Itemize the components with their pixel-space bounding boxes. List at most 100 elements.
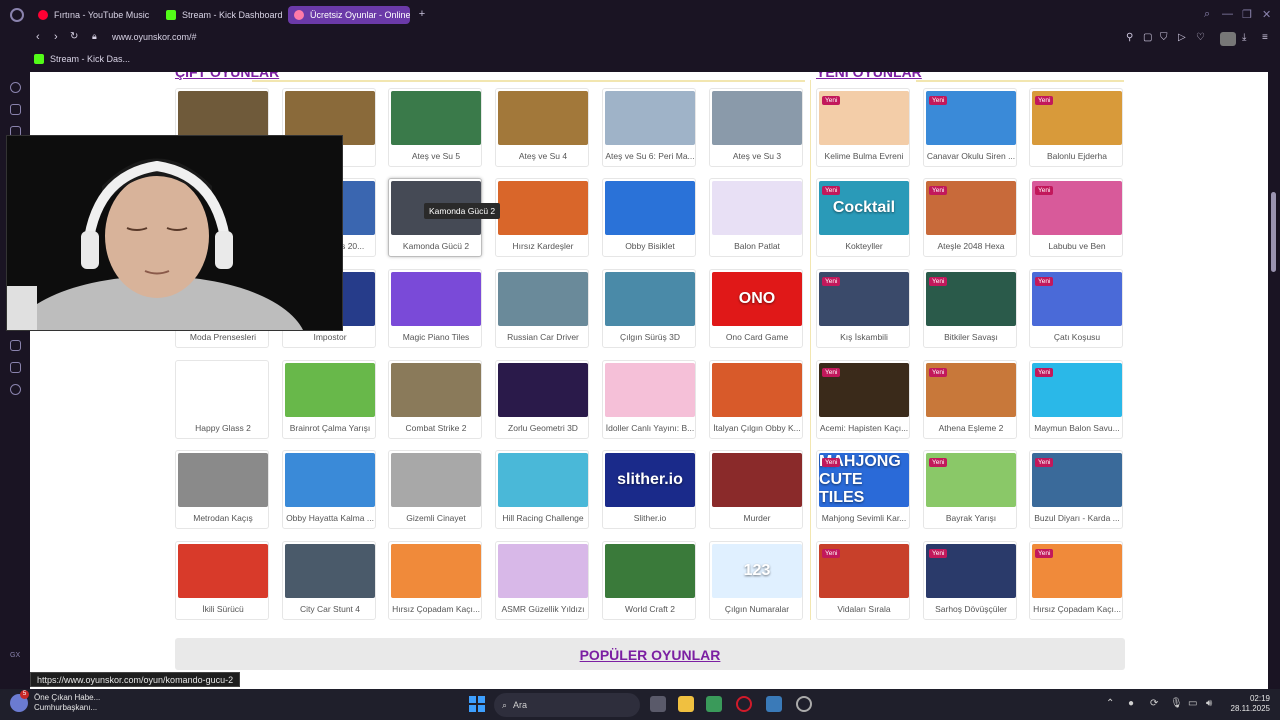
extensions-icon[interactable] <box>10 362 21 373</box>
game-thumbnail[interactable] <box>498 272 588 326</box>
game-card[interactable]: MAHJONG CUTE TILES Yeni Mahjong Sevimli Ka… <box>816 450 910 529</box>
back-icon[interactable]: ‹ <box>36 31 40 43</box>
game-card[interactable]: Ateş ve Su 3 <box>709 88 803 167</box>
game-thumbnail[interactable] <box>285 544 375 598</box>
game-card[interactable]: Yeni Bitkiler Savaşı <box>923 269 1017 348</box>
game-thumbnail[interactable] <box>391 363 481 417</box>
app-taskbar-icon[interactable] <box>766 696 782 712</box>
game-card[interactable]: Hırsız Kardeşler <box>495 178 589 257</box>
search-tabs-icon[interactable]: ⌕ <box>1204 8 1210 21</box>
game-title[interactable]: Hırsız Çopadam Kaçı... <box>391 604 481 614</box>
game-title[interactable]: Buzul Diyarı - Karda ... <box>1032 513 1122 523</box>
game-thumbnail[interactable] <box>498 181 588 235</box>
store-icon[interactable] <box>706 696 722 712</box>
game-title[interactable]: Murder <box>712 513 802 523</box>
game-card[interactable]: ASMR Güzellik Yıldızı <box>495 541 589 620</box>
game-card[interactable]: Yeni Balonlu Ejderha <box>1029 88 1123 167</box>
game-title[interactable]: Zorlu Geometri 3D <box>498 423 588 433</box>
game-thumbnail[interactable] <box>178 544 268 598</box>
game-thumbnail[interactable] <box>391 544 481 598</box>
game-card[interactable]: Yeni Hırsız Çopadam Kaçı... <box>1029 541 1123 620</box>
game-thumbnail[interactable]: ONO <box>712 272 802 326</box>
game-title[interactable]: Ateş ve Su 3 <box>712 151 802 161</box>
game-card[interactable]: Balon Patlat <box>709 178 803 257</box>
forward-icon[interactable]: › <box>54 31 58 43</box>
game-title[interactable]: Bitkiler Savaşı <box>926 332 1016 342</box>
game-title[interactable]: Acemi: Hapisten Kaçı... <box>819 423 909 433</box>
game-thumbnail[interactable] <box>178 453 268 507</box>
game-title[interactable]: Hırsız Çopadam Kaçı... <box>1032 604 1122 614</box>
game-thumbnail[interactable] <box>498 453 588 507</box>
game-title[interactable]: Vidaları Sırala <box>819 604 909 614</box>
game-title[interactable]: Balon Patlat <box>712 241 802 251</box>
game-thumbnail[interactable]: 123 <box>712 544 802 598</box>
game-card[interactable]: 123 Çılgın Numaralar <box>709 541 803 620</box>
task-view-icon[interactable] <box>650 696 666 712</box>
game-thumbnail[interactable] <box>391 272 481 326</box>
microphone-icon[interactable]: 🎙︎ <box>1170 698 1183 709</box>
game-title[interactable]: Ateş ve Su 4 <box>498 151 588 161</box>
game-card[interactable]: Çılgın Sürüş 3D <box>602 269 696 348</box>
right-section-title[interactable]: YENİ OYUNLAR <box>816 72 922 80</box>
game-thumbnail[interactable]: Yeni <box>926 544 1016 598</box>
volume-icon[interactable]: 🔊︎ <box>1206 698 1212 709</box>
news-widget[interactable]: 5 Öne Çıkan Habe... Cumhurbaşkanı... <box>10 690 100 713</box>
tab-kick-dashboard[interactable]: Stream - Kick Dashboard <box>160 6 282 24</box>
heart-icon[interactable]: ♡ <box>1196 32 1205 43</box>
game-thumbnail[interactable] <box>391 91 481 145</box>
game-title[interactable]: İdoller Canlı Yayını: B... <box>605 423 695 433</box>
taskbar-search[interactable]: ⌕ Ara <box>494 693 640 717</box>
game-card[interactable]: Ateş ve Su 4 <box>495 88 589 167</box>
game-title[interactable]: ASMR Güzellik Yıldızı <box>498 604 588 614</box>
workspace-icon[interactable] <box>10 104 21 115</box>
game-card[interactable]: Zorlu Geometri 3D <box>495 360 589 439</box>
game-thumbnail[interactable]: Yeni <box>926 181 1016 235</box>
game-title[interactable]: World Craft 2 <box>605 604 695 614</box>
game-title[interactable]: Çatı Koşusu <box>1032 332 1122 342</box>
tab-oyunskor[interactable]: Ücretsiz Oyunlar - Online <box>288 6 410 24</box>
network-icon[interactable]: ▭ <box>1188 698 1197 709</box>
game-thumbnail[interactable]: Yeni <box>819 544 909 598</box>
clock[interactable]: 02:19 28.11.2025 <box>1220 694 1270 714</box>
game-card[interactable]: World Craft 2 <box>602 541 696 620</box>
game-thumbnail[interactable]: MAHJONG CUTE TILES Yeni <box>819 453 909 507</box>
game-title[interactable]: Kamonda Gücü 2 <box>391 241 481 251</box>
game-title[interactable]: Maymun Balon Savu... <box>1032 423 1122 433</box>
game-title[interactable]: Canavar Okulu Siren ... <box>926 151 1016 161</box>
tab-youtube-music[interactable]: Fırtına - YouTube Music <box>32 6 150 24</box>
game-card[interactable]: Ateş ve Su 6: Peri Ma... <box>602 88 696 167</box>
new-tab-plus-icon[interactable]: + <box>416 8 428 20</box>
player-icon[interactable]: ▷ <box>1178 32 1186 43</box>
game-thumbnail[interactable]: slither.io <box>605 453 695 507</box>
game-card[interactable]: Yeni Maymun Balon Savu... <box>1029 360 1123 439</box>
game-title[interactable]: Mahjong Sevimli Kar... <box>819 513 909 523</box>
game-card[interactable]: İtalyan Çılgın Obby K... <box>709 360 803 439</box>
game-title[interactable]: City Car Stunt 4 <box>285 604 375 614</box>
downloads-icon[interactable] <box>10 340 21 351</box>
game-card[interactable]: Cocktail Yeni Kokteyller <box>816 178 910 257</box>
game-thumbnail[interactable]: Cocktail Yeni <box>819 181 909 235</box>
url-input[interactable]: www.oyunskor.com/# <box>112 32 197 42</box>
game-card[interactable]: Yeni Buzul Diyarı - Karda ... <box>1029 450 1123 529</box>
minimize-icon[interactable]: — <box>1222 8 1233 20</box>
game-card[interactable]: Yeni Bayrak Yarışı <box>923 450 1017 529</box>
game-thumbnail[interactable] <box>712 363 802 417</box>
game-title[interactable]: Kelime Bulma Evreni <box>819 151 909 161</box>
game-title[interactable]: Metrodan Kaçış <box>178 513 268 523</box>
game-card[interactable]: Yeni Kelime Bulma Evreni <box>816 88 910 167</box>
download-icon[interactable]: ⤓ <box>1242 32 1246 43</box>
game-card[interactable]: Brainrot Çalma Yarışı <box>282 360 376 439</box>
opera-gx-taskbar-icon[interactable] <box>736 696 752 712</box>
game-title[interactable]: Athena Eşleme 2 <box>926 423 1016 433</box>
game-thumbnail[interactable] <box>712 181 802 235</box>
game-card[interactable]: Ateş ve Su 5 <box>388 88 482 167</box>
game-thumbnail[interactable]: Yeni <box>819 272 909 326</box>
pin-icon[interactable]: ⚲ <box>1126 32 1133 43</box>
game-title[interactable]: Ateş ve Su 6: Peri Ma... <box>605 151 695 161</box>
game-title[interactable]: Gizemli Cinayet <box>391 513 481 523</box>
game-thumbnail[interactable]: Yeni <box>1032 544 1122 598</box>
game-title[interactable]: Slither.io <box>605 513 695 523</box>
game-thumbnail[interactable]: Yeni <box>926 91 1016 145</box>
game-title[interactable]: Happy Glass 2 <box>178 423 268 433</box>
game-card[interactable]: Yeni Canavar Okulu Siren ... <box>923 88 1017 167</box>
